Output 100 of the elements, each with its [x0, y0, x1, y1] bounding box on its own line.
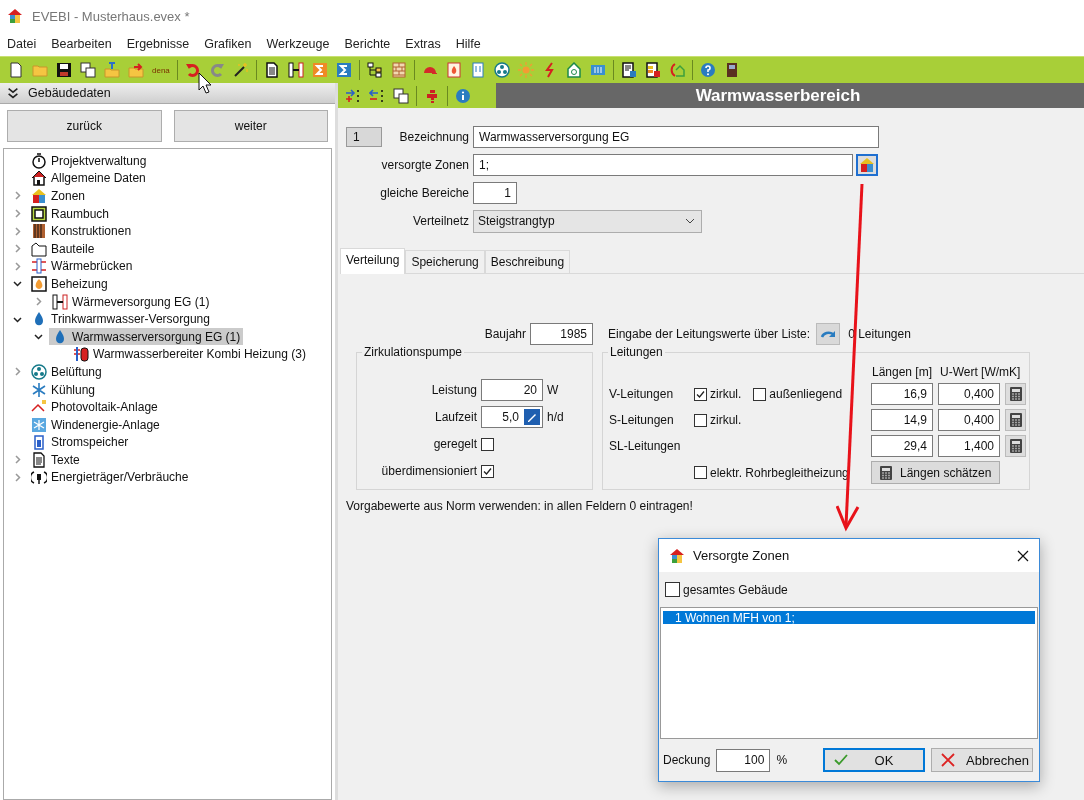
input-field[interactable]: 29,4 [871, 435, 933, 457]
fan-icon[interactable] [493, 62, 510, 78]
calculator-button[interactable] [1005, 383, 1026, 405]
hierarchy-icon[interactable] [366, 62, 383, 78]
folder-import-icon[interactable] [104, 62, 120, 78]
energy-house-icon[interactable] [668, 62, 685, 78]
input-field[interactable]: 0,400 [938, 409, 1000, 431]
help-icon[interactable] [699, 62, 716, 78]
pipes-icon[interactable] [287, 62, 304, 78]
tab[interactable]: Verteilung [340, 248, 406, 274]
input-field[interactable]: Warmwasserversorgung EG [473, 126, 879, 148]
remove-line-icon[interactable] [369, 87, 385, 104]
nav-button[interactable]: zurück [7, 110, 162, 142]
house-icon [859, 157, 875, 173]
window-icon[interactable] [469, 62, 486, 78]
dena-button[interactable]: dena [148, 65, 174, 75]
input-field[interactable]: 100 [716, 748, 771, 772]
tree-item[interactable]: Raumbuch [28, 205, 113, 223]
add-line-icon[interactable] [345, 87, 361, 104]
copy-icon[interactable] [393, 87, 409, 104]
menu-item[interactable]: Grafiken [199, 35, 257, 53]
pencil-icon[interactable] [524, 409, 540, 425]
tree-item[interactable]: Photovoltaik-Anlage [28, 398, 161, 416]
chevron-icon[interactable] [12, 279, 22, 289]
new-document-icon[interactable] [8, 62, 24, 78]
menu-item[interactable]: Extras [400, 35, 446, 53]
checkbox[interactable] [694, 413, 707, 427]
tree-item[interactable]: Bauteile [28, 240, 98, 258]
flame-icon[interactable] [445, 62, 462, 78]
chevron-icon[interactable] [12, 314, 22, 324]
estimate-button[interactable]: Längen schätzen [871, 461, 1000, 484]
undo-icon[interactable] [184, 62, 201, 78]
tree-item[interactable]: Konstruktionen [28, 222, 135, 240]
tree-item[interactable]: Zonen [28, 187, 89, 205]
checkbox[interactable] [481, 437, 494, 451]
tree-item[interactable]: Projektverwaltung [28, 152, 150, 170]
unit-label: % [776, 753, 788, 767]
tree-item[interactable]: Trinkwarmwasser-Versorgung [28, 310, 213, 328]
tree-item[interactable]: Wärmebrücken [28, 257, 136, 275]
calculator-button[interactable] [1005, 409, 1026, 431]
checkbox[interactable] [481, 464, 494, 478]
tree-item[interactable]: Windenergie-Anlage [28, 416, 163, 434]
menu-item[interactable]: Ergebnisse [121, 35, 195, 53]
magic-wand-icon[interactable] [232, 62, 249, 78]
dropdown[interactable]: Steigstrangtyp [473, 209, 702, 233]
tree-item[interactable]: Energieträger/Verbräuche [28, 469, 192, 486]
tree-item[interactable]: Allgemeine Daten [28, 169, 149, 187]
calculator-button[interactable] [1005, 435, 1026, 457]
list-button[interactable] [816, 323, 841, 345]
faucet-icon[interactable] [424, 87, 440, 104]
input-field[interactable]: 1,400 [938, 435, 1000, 457]
cancel-button[interactable]: Abbrechen [931, 748, 1033, 772]
house-icon[interactable] [565, 62, 582, 78]
tab[interactable]: Speicherung [405, 250, 485, 273]
menu-item[interactable]: Werkzeuge [261, 35, 335, 53]
chevron-icon[interactable] [33, 332, 43, 342]
folder-export-icon[interactable] [128, 62, 144, 78]
menu-item[interactable]: Bearbeiten [46, 35, 117, 53]
input-field[interactable]: 16,9 [871, 383, 933, 405]
input-field[interactable]: 1985 [530, 323, 593, 345]
double-chevron-icon[interactable] [6, 86, 20, 100]
chevron-icon [685, 218, 695, 224]
save-icon[interactable] [56, 62, 72, 78]
input-field[interactable]: 0,400 [938, 383, 1000, 405]
tree-item[interactable]: Beheizung [28, 275, 111, 293]
ok-button[interactable]: OK [823, 748, 925, 772]
sigma-icon[interactable] [335, 62, 352, 78]
input-field[interactable]: 20 [481, 379, 543, 401]
tree-item[interactable]: Belüftung [28, 363, 105, 381]
field-label: Eingabe der Leitungswerte über Liste: [608, 327, 811, 341]
checkbox[interactable] [694, 387, 707, 401]
input-field[interactable]: 5,0 [481, 406, 543, 428]
input-field[interactable]: 1 [473, 182, 517, 204]
checkbox-label: außenliegend [769, 387, 843, 401]
checkbox[interactable] [753, 387, 767, 401]
calculator-icon [1007, 438, 1024, 454]
checkbox[interactable] [694, 466, 707, 479]
nav-button[interactable]: weiter [173, 110, 328, 142]
field-label: Bezeichnung [398, 130, 470, 144]
tree-item[interactable]: Warmwasserversorgung EG (1) [49, 328, 244, 346]
list-item[interactable]: 1 Wohnen MFH von 1; [663, 611, 1035, 624]
tree-item[interactable]: Wärmeversorgung EG (1) [49, 293, 213, 311]
input-field[interactable]: 14,9 [871, 409, 933, 431]
menu-item[interactable]: Berichte [339, 35, 396, 53]
tree-item[interactable]: Kühlung [28, 381, 99, 398]
sigma-icon[interactable] [311, 62, 328, 78]
document-icon[interactable] [263, 62, 280, 78]
menu-item[interactable]: Datei [2, 35, 42, 53]
tree-item[interactable]: Warmwasserbereiter Kombi Heizung (3) [70, 345, 309, 363]
menu-item[interactable]: Hilfe [450, 35, 486, 53]
checkbox[interactable] [665, 582, 680, 597]
copy-icon[interactable] [80, 62, 96, 78]
info-icon[interactable] [455, 87, 471, 104]
input-field[interactable]: 1; [473, 154, 853, 176]
tree-item[interactable]: Texte [28, 451, 83, 469]
report-icon[interactable] [644, 62, 661, 78]
tree-item[interactable]: Stromspeicher [28, 433, 132, 451]
tab[interactable]: Beschreibung [484, 250, 571, 273]
zones-button[interactable] [856, 154, 878, 176]
report-icon[interactable] [620, 62, 637, 78]
